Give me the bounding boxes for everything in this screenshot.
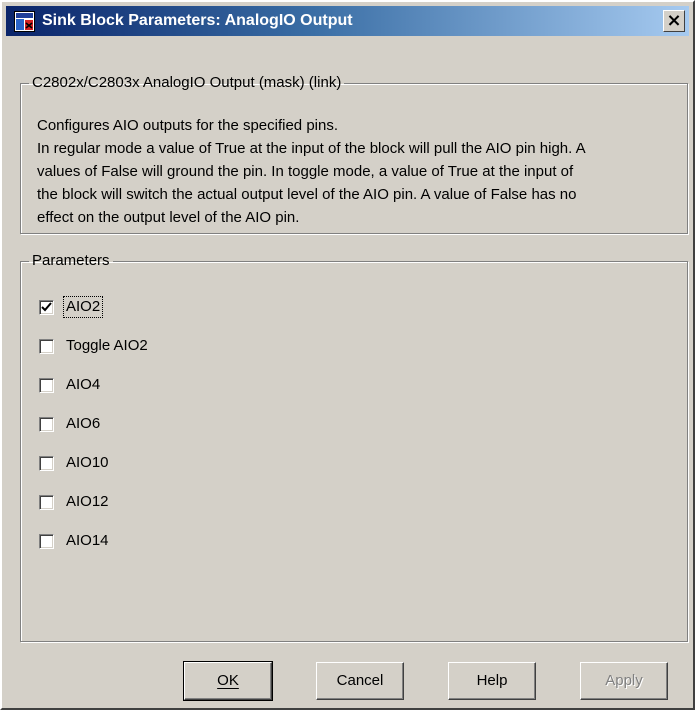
cancel-button-label: Cancel — [336, 672, 384, 689]
description-text: Configures AIO outputs for the specified… — [37, 114, 677, 229]
checkbox-label[interactable]: AIO10 — [64, 453, 111, 473]
description-line: Configures AIO outputs for the specified… — [37, 117, 339, 134]
checkbox-aio12[interactable]: AIO12 — [39, 491, 111, 513]
cancel-button[interactable]: Cancel — [316, 662, 404, 700]
checkbox-aio10[interactable]: AIO10 — [39, 452, 111, 474]
apply-button-label: Apply — [605, 672, 643, 689]
help-button[interactable]: Help — [448, 662, 536, 700]
description-group: C2802x/C2803x AnalogIO Output (mask) (li… — [20, 74, 688, 234]
checkbox-label[interactable]: AIO12 — [64, 492, 111, 512]
apply-button[interactable]: Apply — [580, 662, 668, 700]
checkbox-box[interactable] — [39, 455, 54, 471]
description-line: effect on the output level of the AIO pi… — [37, 209, 300, 226]
checkbox-box[interactable] — [39, 494, 54, 510]
description-legend: C2802x/C2803x AnalogIO Output (mask) (li… — [32, 74, 342, 91]
checkbox-box[interactable] — [39, 299, 54, 315]
checkbox-label[interactable]: AIO6 — [64, 414, 102, 434]
checkbox-box[interactable] — [39, 533, 54, 549]
checkbox-aio14[interactable]: AIO14 — [39, 530, 111, 552]
close-button[interactable]: × — [663, 10, 685, 32]
checkbox-aio6[interactable]: AIO6 — [39, 413, 102, 435]
window-title: Sink Block Parameters: AnalogIO Output — [42, 12, 353, 29]
parameters-legend: Parameters — [32, 252, 110, 269]
checkbox-box[interactable] — [39, 338, 54, 354]
dialog-window: Sink Block Parameters: AnalogIO Output ×… — [0, 0, 695, 710]
title-bar[interactable]: Sink Block Parameters: AnalogIO Output × — [6, 6, 689, 36]
description-line: In regular mode a value of True at the i… — [37, 140, 586, 157]
checkbox-toggle-aio2[interactable]: Toggle AIO2 — [39, 335, 150, 357]
simulink-block-icon — [14, 11, 35, 32]
checkbox-label[interactable]: AIO2 — [62, 296, 104, 318]
description-line: values of False will ground the pin. In … — [37, 163, 574, 180]
help-button-label: Help — [476, 672, 508, 689]
checkbox-aio2[interactable]: AIO2 — [39, 296, 104, 318]
checkbox-box[interactable] — [39, 377, 54, 393]
ok-button[interactable]: OK — [183, 661, 273, 701]
parameters-group: Parameters AIO2 Toggle AIO2 AIO4 AIO6 AI… — [20, 252, 688, 642]
ok-button-label: OK — [217, 672, 239, 689]
checkbox-aio4[interactable]: AIO4 — [39, 374, 102, 396]
description-line: the block will switch the actual output … — [37, 186, 577, 203]
checkbox-label[interactable]: AIO14 — [64, 531, 111, 551]
close-icon: × — [666, 10, 682, 31]
checkbox-box[interactable] — [39, 416, 54, 432]
checkbox-label[interactable]: AIO4 — [64, 375, 102, 395]
checkmark-icon — [41, 301, 52, 311]
checkbox-label[interactable]: Toggle AIO2 — [64, 336, 150, 356]
